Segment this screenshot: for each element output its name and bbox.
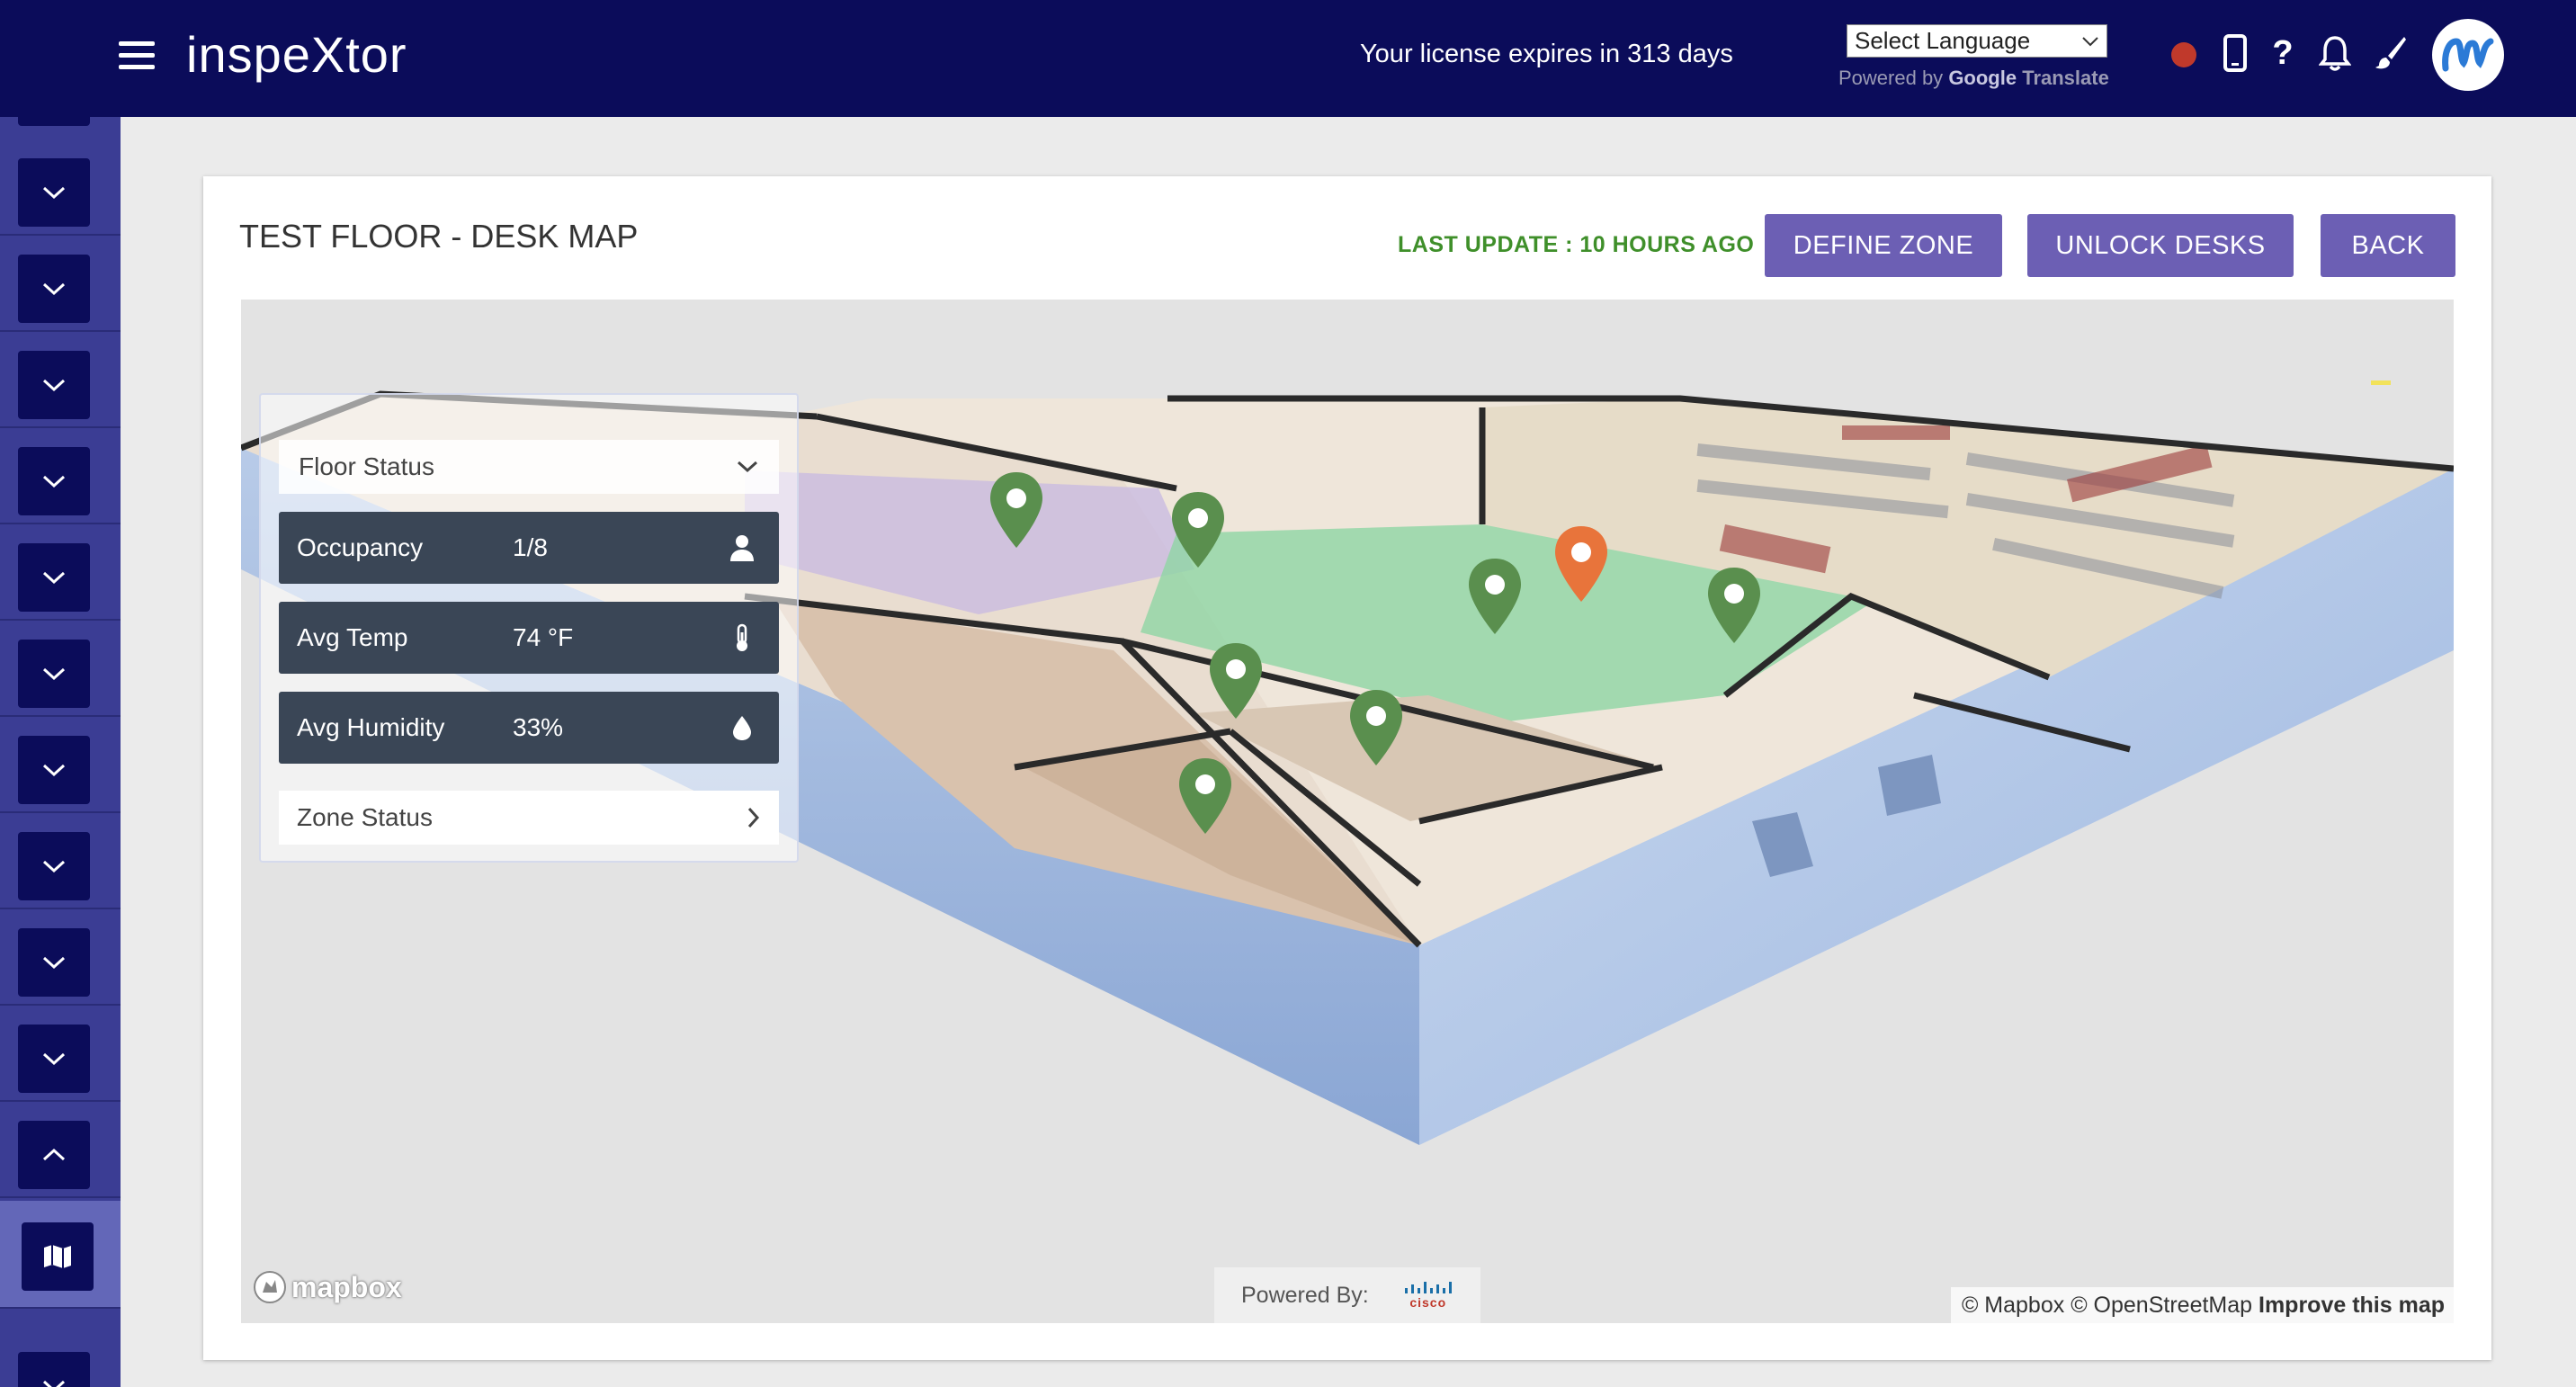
sidebar-toggle-button[interactable] <box>18 928 90 997</box>
sidebar <box>0 117 121 1387</box>
sidebar-item-3[interactable] <box>0 335 121 428</box>
powered-by-label: Powered By: <box>1241 1282 1369 1308</box>
define-zone-button[interactable]: DEFINE ZONE <box>1765 214 2002 277</box>
sidebar-collapse-button[interactable] <box>18 1121 90 1189</box>
desk-pin-available[interactable] <box>1347 688 1405 769</box>
occupancy-metric: Occupancy 1/8 <box>279 512 779 584</box>
app-brand: inspeXtor <box>186 26 407 83</box>
sidebar-item-11[interactable] <box>0 1105 121 1198</box>
map-icon <box>44 1245 71 1268</box>
chevron-down-icon <box>42 475 66 488</box>
avg-temp-metric: Avg Temp 74 °F <box>279 602 779 674</box>
translate-link[interactable]: Translate <box>2022 67 2109 89</box>
sidebar-item-12[interactable] <box>0 1336 121 1387</box>
page-title: TEST FLOOR - DESK MAP <box>239 218 639 255</box>
cisco-bars-icon <box>1404 1282 1452 1293</box>
chevron-down-icon <box>42 282 66 296</box>
floor-status-toggle[interactable]: Floor Status <box>279 440 779 494</box>
avg-temp-value: 74 °F <box>513 623 574 651</box>
attribution-text[interactable]: © Mapbox © OpenStreetMap <box>1962 1293 2252 1318</box>
desk-pin-available[interactable] <box>1176 756 1234 837</box>
mapbox-logo[interactable]: mapbox <box>252 1269 402 1305</box>
chevron-down-icon <box>42 1380 66 1387</box>
language-select-value: Select Language <box>1855 27 2031 54</box>
sidebar-item-10[interactable] <box>0 1008 121 1102</box>
sidebar-item-1[interactable] <box>0 142 121 236</box>
sidebar-item-7[interactable] <box>0 720 121 813</box>
sidebar-toggle-button[interactable] <box>18 736 90 804</box>
sidebar-toggle-button[interactable] <box>18 447 90 515</box>
person-icon <box>730 535 754 561</box>
chevron-down-icon <box>42 379 66 392</box>
top-bar: inspeXtor Your license expires in 313 da… <box>0 0 2576 117</box>
cisco-logo: cisco <box>1403 1281 1453 1310</box>
floor-map[interactable]: Floor Status Occupancy 1/8 Avg Temp 74 °… <box>241 300 2454 1323</box>
occupancy-value: 1/8 <box>513 533 548 561</box>
zone-status-label: Zone Status <box>297 803 433 831</box>
help-icon[interactable]: ? <box>2263 34 2303 76</box>
powered-by-cisco: Powered By: cisco <box>1214 1267 1480 1323</box>
droplet-icon <box>733 716 751 740</box>
sidebar-toggle-button[interactable] <box>18 832 90 900</box>
sidebar-toggle-button[interactable] <box>18 158 90 227</box>
desk-pin-available[interactable] <box>1207 641 1265 722</box>
chevron-down-icon <box>42 1052 66 1066</box>
floor-status-label: Floor Status <box>299 452 434 480</box>
bell-icon[interactable] <box>2315 34 2355 76</box>
sidebar-item-5[interactable] <box>0 527 121 621</box>
chevron-down-icon <box>42 764 66 777</box>
unlock-desks-button[interactable]: UNLOCK DESKS <box>2027 214 2294 277</box>
sidebar-toggle-button[interactable] <box>18 1352 90 1387</box>
sidebar-toggle-button[interactable] <box>18 351 90 419</box>
desk-pin-occupied[interactable] <box>1552 524 1610 605</box>
desk-map-button[interactable] <box>22 1222 94 1291</box>
zone-status-toggle[interactable]: Zone Status <box>279 791 779 845</box>
back-button[interactable]: BACK <box>2321 214 2455 277</box>
desk-pin-available[interactable] <box>1705 566 1763 647</box>
map-attribution: © Mapbox © OpenStreetMap Improve this ma… <box>1950 1287 2454 1323</box>
chevron-down-icon <box>42 571 66 585</box>
google-translate-credit: Powered by Google Translate <box>1838 67 2109 89</box>
sidebar-item-8[interactable] <box>0 816 121 909</box>
chevron-down-icon <box>42 956 66 970</box>
chevron-down-icon <box>2082 36 2098 46</box>
sidebar-item-6[interactable] <box>0 623 121 717</box>
sidebar-item-partial[interactable] <box>18 117 90 126</box>
desk-pin-available[interactable] <box>988 470 1045 551</box>
hamburger-menu-icon[interactable] <box>119 41 155 74</box>
chevron-up-icon <box>42 1148 66 1161</box>
user-avatar[interactable] <box>2432 19 2504 91</box>
desk-pin-available[interactable] <box>1169 490 1227 571</box>
chevron-down-icon <box>737 461 758 473</box>
sidebar-item-desk-map[interactable] <box>0 1201 121 1309</box>
mobile-icon[interactable] <box>2215 34 2255 76</box>
improve-map-link[interactable]: Improve this map <box>2258 1293 2445 1318</box>
desk-pin-available[interactable] <box>1466 557 1524 638</box>
brush-icon[interactable] <box>2371 34 2411 76</box>
floor-status-panel: Floor Status Occupancy 1/8 Avg Temp 74 °… <box>259 393 799 863</box>
language-select[interactable]: Select Language <box>1847 24 2107 58</box>
chevron-down-icon <box>42 860 66 873</box>
sidebar-toggle-button[interactable] <box>18 255 90 323</box>
sidebar-item-2[interactable] <box>0 238 121 332</box>
company-logo-icon <box>2442 38 2494 72</box>
chevron-right-icon <box>747 807 760 828</box>
avg-humidity-value: 33% <box>513 713 564 741</box>
recording-indicator <box>2171 42 2196 67</box>
license-expiry-text: Your license expires in 313 days <box>1360 40 1733 68</box>
sidebar-toggle-button[interactable] <box>18 640 90 708</box>
chevron-down-icon <box>42 186 66 200</box>
sidebar-toggle-button[interactable] <box>18 1025 90 1093</box>
mapbox-icon <box>254 1271 286 1303</box>
google-logo: Google <box>1948 67 2017 89</box>
last-update-text: LAST UPDATE : 10 HOURS AGO <box>1398 232 1755 257</box>
thermometer-icon <box>737 623 747 651</box>
sidebar-item-4[interactable] <box>0 431 121 524</box>
avg-humidity-metric: Avg Humidity 33% <box>279 692 779 764</box>
sidebar-toggle-button[interactable] <box>18 543 90 612</box>
chevron-down-icon <box>42 667 66 681</box>
sidebar-item-9[interactable] <box>0 912 121 1006</box>
